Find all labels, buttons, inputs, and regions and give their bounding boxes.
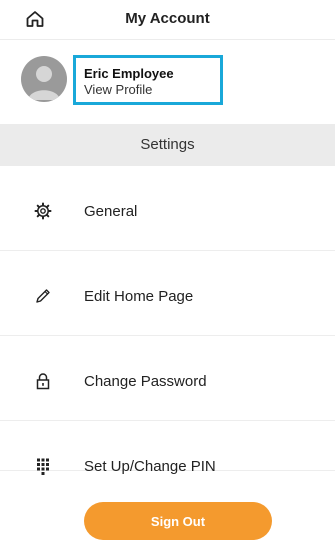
sign-out-button[interactable]: Sign Out [84,502,272,540]
page-title: My Account [125,10,210,27]
settings-title: Settings [140,136,195,153]
lock-icon [34,372,52,390]
menu-item-label: General [84,203,138,220]
settings-menu: General Edit Home Page Change Password S… [0,166,335,475]
menu-item-general[interactable]: General [0,166,335,251]
menu-item-label: Change Password [84,373,207,390]
keypad-icon [34,457,52,475]
menu-item-change-password[interactable]: Change Password [0,336,335,421]
view-profile-link[interactable]: Eric Employee View Profile [73,55,223,105]
profile-section: Eric Employee View Profile [0,41,335,124]
settings-section-header: Settings [0,124,335,166]
pencil-icon [34,287,52,305]
user-silhouette-icon [28,66,60,100]
menu-item-label: Edit Home Page [84,288,194,305]
app-header: My Account [0,0,335,40]
view-profile-label: View Profile [84,82,153,97]
menu-item-label: Set Up/Change PIN [84,458,216,475]
gear-icon [34,202,52,220]
profile-name: Eric Employee [84,66,174,81]
menu-item-set-up-change-pin[interactable]: Set Up/Change PIN [0,421,335,475]
avatar[interactable] [21,56,67,102]
menu-item-edit-home-page[interactable]: Edit Home Page [0,251,335,336]
